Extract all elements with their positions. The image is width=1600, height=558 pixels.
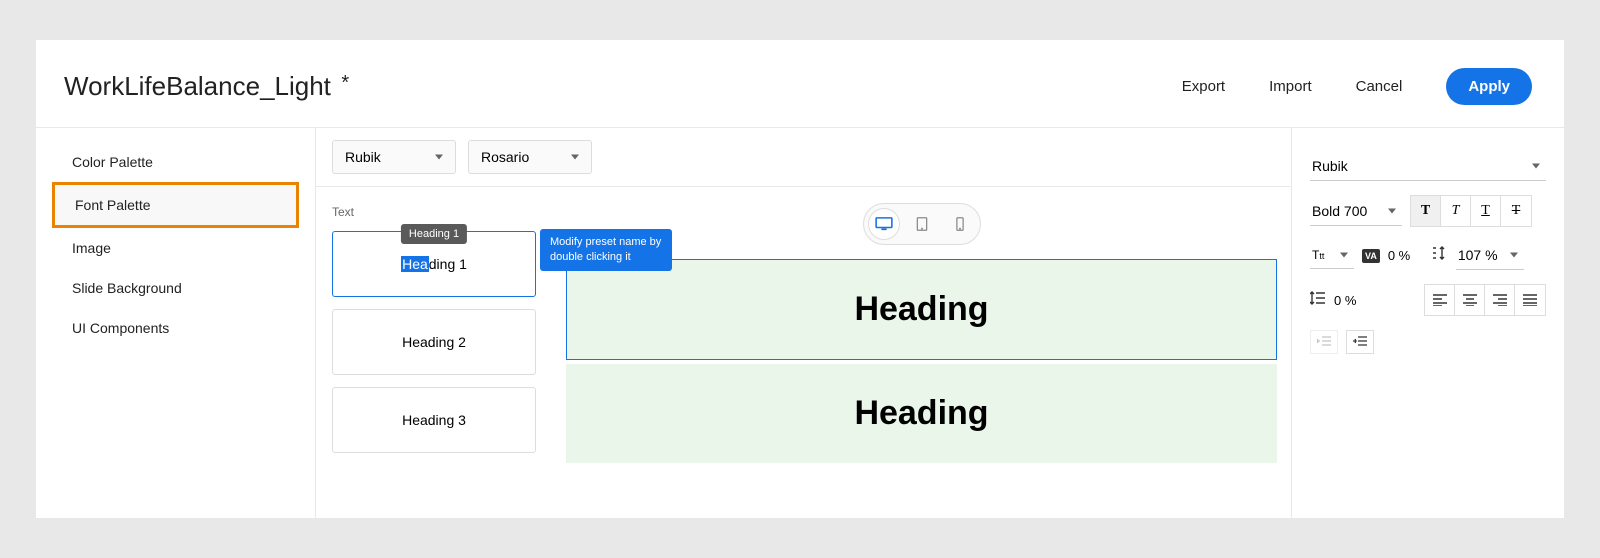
italic-button[interactable]: T xyxy=(1441,196,1471,226)
sidebar-item-ui-components[interactable]: UI Components xyxy=(52,308,299,348)
export-button[interactable]: Export xyxy=(1182,78,1225,95)
preset-name-selection[interactable]: Hea xyxy=(401,256,429,272)
rename-tooltip: Modify preset name by double clicking it xyxy=(540,229,672,271)
sidebar: Color Palette Font Palette Image Slide B… xyxy=(36,128,316,518)
tablet-icon xyxy=(913,217,931,231)
align-justify-button[interactable] xyxy=(1515,285,1545,315)
align-group xyxy=(1424,284,1546,316)
properties-panel: Rubik Bold 700 T T T T Ttt VA 0 % 107 % xyxy=(1292,128,1564,518)
content-row: Text Heading 1 Heading 1 Modify preset n… xyxy=(316,187,1291,518)
device-mobile-button[interactable] xyxy=(944,208,976,240)
line-height-icon xyxy=(1432,246,1448,265)
font-weight-select[interactable]: Bold 700 xyxy=(1310,197,1402,226)
device-switcher xyxy=(566,203,1277,245)
preset-heading-3[interactable]: Heading 3 xyxy=(332,387,536,453)
device-desktop-button[interactable] xyxy=(868,208,900,240)
indent-button[interactable] xyxy=(1346,330,1374,354)
paragraph-spacing-icon xyxy=(1310,291,1326,310)
import-button[interactable]: Import xyxy=(1269,78,1312,95)
secondary-font-select[interactable]: Rosario xyxy=(468,140,592,174)
mobile-icon xyxy=(951,217,969,231)
font-family-select[interactable]: Rubik xyxy=(1310,152,1546,181)
kerning-value[interactable]: 0 % xyxy=(1388,248,1424,263)
title-text: WorkLifeBalance_Light xyxy=(64,71,331,101)
unsaved-indicator: * xyxy=(341,72,349,94)
sidebar-item-image[interactable]: Image xyxy=(52,228,299,268)
apply-button[interactable]: Apply xyxy=(1446,68,1532,105)
line-height-select[interactable]: 107 % xyxy=(1456,241,1524,270)
primary-font-select[interactable]: Rubik xyxy=(332,140,456,174)
preset-heading-2[interactable]: Heading 2 xyxy=(332,309,536,375)
align-right-button[interactable] xyxy=(1485,285,1515,315)
page-title: WorkLifeBalance_Light * xyxy=(64,71,349,102)
preset-name-rest[interactable]: ding 1 xyxy=(429,256,467,272)
sidebar-item-color-palette[interactable]: Color Palette xyxy=(52,142,299,182)
device-tablet-button[interactable] xyxy=(906,208,938,240)
device-group xyxy=(863,203,981,245)
preview-heading-1[interactable]: Heading xyxy=(566,259,1277,360)
sidebar-item-slide-background[interactable]: Slide Background xyxy=(52,268,299,308)
desktop-icon xyxy=(875,217,893,231)
bold-button[interactable]: T xyxy=(1411,196,1441,226)
middle-panel: Rubik Rosario Text Heading 1 Heading 1 M… xyxy=(316,128,1292,518)
header: WorkLifeBalance_Light * Export Import Ca… xyxy=(36,40,1564,128)
preset-list: Text Heading 1 Heading 1 Modify preset n… xyxy=(316,187,552,518)
sidebar-item-font-palette[interactable]: Font Palette xyxy=(52,182,299,228)
body: Color Palette Font Palette Image Slide B… xyxy=(36,128,1564,518)
font-family-row: Rubik Rosario xyxy=(316,128,1291,187)
outdent-button[interactable] xyxy=(1310,330,1338,354)
align-center-button[interactable] xyxy=(1455,285,1485,315)
kerning-icon: VA xyxy=(1362,249,1380,263)
underline-button[interactable]: T xyxy=(1471,196,1501,226)
text-case-select[interactable]: Ttt xyxy=(1310,242,1354,269)
preset-heading-1[interactable]: Heading 1 Heading 1 xyxy=(332,231,536,297)
strikethrough-button[interactable]: T xyxy=(1501,196,1531,226)
app-frame: WorkLifeBalance_Light * Export Import Ca… xyxy=(36,40,1564,518)
text-style-group: T T T T xyxy=(1410,195,1532,227)
preset-badge: Heading 1 xyxy=(401,224,467,244)
header-actions: Export Import Cancel Apply xyxy=(1182,68,1532,105)
paragraph-spacing-value[interactable]: 0 % xyxy=(1334,293,1370,308)
cancel-button[interactable]: Cancel xyxy=(1356,78,1403,95)
align-left-button[interactable] xyxy=(1425,285,1455,315)
preview-heading-2[interactable]: Heading xyxy=(566,364,1277,463)
preset-section-label: Text xyxy=(332,205,536,219)
